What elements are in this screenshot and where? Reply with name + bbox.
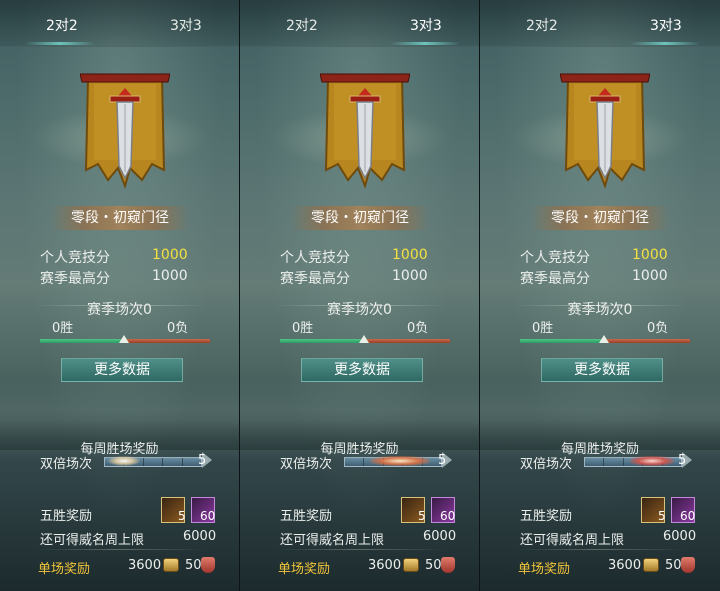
- double-matches-count: 5: [438, 453, 447, 468]
- win-loss-marker-icon: [599, 335, 609, 343]
- gem-count: 60: [440, 509, 456, 523]
- more-data-button[interactable]: 更多数据: [301, 358, 423, 382]
- arena-panel-1: 2对2 3对3 零段・初窥门径 个人竞技分 1000 赛季最高分 1000 赛季…: [0, 0, 240, 591]
- single-reward-coins: 3600: [608, 558, 642, 573]
- shield-icon: [201, 557, 215, 573]
- season-high-value: 1000: [392, 268, 428, 284]
- double-matches-count: 5: [198, 453, 207, 468]
- season-high-value: 1000: [632, 268, 668, 284]
- single-reward-coins: 3600: [128, 558, 162, 573]
- single-reward-label: 单场奖励: [518, 562, 571, 577]
- tab-3v3[interactable]: 3对3: [170, 15, 202, 35]
- five-win-reward-label: 五胜奖励: [40, 509, 93, 524]
- double-matches-count: 5: [678, 453, 687, 468]
- wins-count: 0胜: [292, 321, 314, 336]
- divider: [276, 549, 446, 550]
- coin-icon: [403, 558, 419, 572]
- season-high-label: 赛季最高分: [520, 271, 590, 287]
- arena-panels: 2对2 3对3 零段・初窥门径 个人竞技分 1000 赛季最高分 1000 赛季…: [0, 0, 720, 591]
- more-data-button[interactable]: 更多数据: [61, 358, 183, 382]
- tab-3v3[interactable]: 3对3: [650, 15, 682, 35]
- tab-2v2[interactable]: 2对2: [286, 15, 318, 35]
- win-loss-marker-icon: [359, 335, 369, 343]
- chest-count: 5: [658, 509, 666, 523]
- tab-3v3[interactable]: 3对3: [410, 15, 442, 35]
- more-data-button[interactable]: 更多数据: [541, 358, 663, 382]
- losses-count: 0负: [407, 321, 429, 336]
- season-matches-label: 赛季场次0: [567, 302, 633, 318]
- personal-score-label: 个人竞技分: [40, 250, 110, 266]
- fame-limit-label: 还可得威名周上限: [520, 533, 625, 548]
- single-reward-coins: 3600: [368, 558, 402, 573]
- mode-tabs: 2对2 3对3: [0, 0, 239, 47]
- season-matches-label: 赛季场次0: [87, 302, 152, 318]
- coin-icon: [163, 558, 179, 572]
- double-matches-label: 双倍场次: [280, 457, 333, 472]
- five-win-reward-label: 五胜奖励: [280, 509, 333, 524]
- double-matches-label: 双倍场次: [40, 457, 93, 472]
- progress-flare: [630, 456, 674, 466]
- gem-count: 60: [680, 509, 696, 523]
- fame-limit-label: 还可得威名周上限: [40, 533, 145, 548]
- chest-count: 5: [418, 509, 426, 523]
- double-matches-label: 双倍场次: [520, 457, 573, 472]
- rank-title: 零段・初窥门径: [530, 206, 670, 230]
- fame-limit-value: 6000: [183, 529, 217, 544]
- mode-tabs: 2对2 3对3: [480, 0, 720, 47]
- season-high-label: 赛季最高分: [40, 271, 110, 287]
- single-reward-label: 单场奖励: [38, 562, 91, 577]
- rank-emblem-icon: [560, 73, 650, 188]
- fame-limit-value: 6000: [663, 529, 697, 544]
- single-reward-shields: 50: [425, 558, 442, 573]
- active-tab-indicator: [630, 42, 700, 45]
- arena-panel-3: 2对2 3对3 零段・初窥门径 个人竞技分 1000 赛季最高分 1000 赛季…: [480, 0, 720, 591]
- personal-score-label: 个人竞技分: [280, 250, 350, 266]
- rank-emblem-icon: [80, 73, 170, 188]
- wins-count: 0胜: [532, 321, 554, 336]
- shield-icon: [441, 557, 455, 573]
- rank-emblem-icon: [320, 73, 410, 188]
- losses-count: 0负: [167, 321, 189, 336]
- progress-flare: [370, 456, 430, 466]
- active-tab-indicator: [390, 42, 460, 45]
- season-matches-label: 赛季场次0: [327, 302, 392, 318]
- coin-icon: [643, 558, 659, 572]
- win-loss-marker-icon: [119, 335, 129, 343]
- divider: [36, 549, 206, 550]
- fame-limit-value: 6000: [423, 529, 457, 544]
- fame-limit-label: 还可得威名周上限: [280, 533, 385, 548]
- personal-score-label: 个人竞技分: [520, 250, 590, 266]
- five-win-reward-label: 五胜奖励: [520, 509, 573, 524]
- active-tab-indicator: [25, 42, 95, 45]
- mode-tabs: 2对2 3对3: [240, 0, 479, 47]
- progress-flare: [108, 456, 140, 466]
- rank-title: 零段・初窥门径: [290, 206, 430, 230]
- season-high-label: 赛季最高分: [280, 271, 350, 287]
- arena-panel-2: 2对2 3对3 零段・初窥门径 个人竞技分 1000 赛季最高分 1000 赛季…: [240, 0, 480, 591]
- personal-score-value: 1000: [632, 247, 668, 263]
- single-reward-label: 单场奖励: [278, 562, 331, 577]
- losses-count: 0负: [647, 321, 669, 336]
- rank-title: 零段・初窥门径: [50, 206, 190, 230]
- divider: [516, 549, 686, 550]
- wins-count: 0胜: [52, 321, 74, 336]
- tab-2v2[interactable]: 2对2: [526, 15, 558, 35]
- personal-score-value: 1000: [152, 247, 188, 263]
- single-reward-shields: 50: [185, 558, 202, 573]
- tab-2v2[interactable]: 2对2: [46, 15, 78, 35]
- single-reward-shields: 50: [665, 558, 682, 573]
- shield-icon: [681, 557, 695, 573]
- chest-count: 5: [178, 509, 186, 523]
- personal-score-value: 1000: [392, 247, 428, 263]
- season-high-value: 1000: [152, 268, 188, 284]
- gem-count: 60: [200, 509, 216, 523]
